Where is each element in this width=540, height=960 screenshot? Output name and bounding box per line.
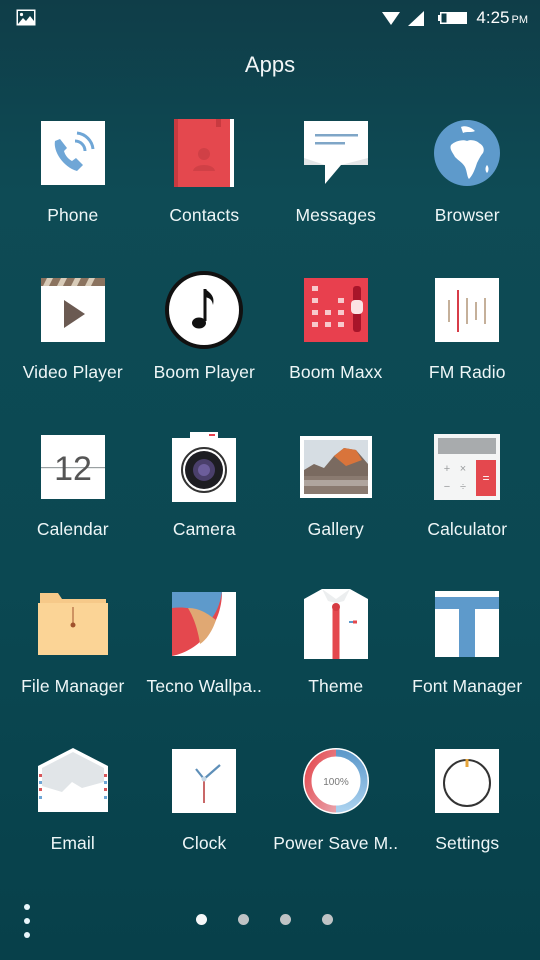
cellular-signal-icon	[408, 10, 425, 26]
app-label: Power Save M..	[273, 833, 399, 853]
image-icon	[16, 9, 36, 26]
app-power-save[interactable]: 100% Power Save M..	[270, 741, 402, 898]
page-dot-1[interactable]	[196, 914, 207, 925]
app-clock[interactable]: Clock	[139, 741, 271, 898]
app-boom-maxx[interactable]: Boom Maxx	[270, 270, 402, 427]
app-label: Font Manager	[412, 676, 523, 696]
contacts-icon	[164, 113, 244, 193]
app-label: Messages	[295, 205, 377, 225]
app-tecno-wallpaper[interactable]: Tecno Wallpa..	[139, 584, 271, 741]
envelope-icon	[33, 741, 113, 821]
app-label: Calendar	[36, 519, 109, 539]
app-label: Camera	[172, 519, 236, 539]
app-label: Phone	[47, 205, 99, 225]
gallery-icon	[296, 427, 376, 507]
clock-ampm: PM	[511, 14, 529, 26]
app-calendar[interactable]: 12 Calendar	[7, 427, 139, 584]
page-dot-3[interactable]	[280, 914, 291, 925]
app-label: Browser	[434, 205, 500, 225]
settings-dial-icon	[427, 741, 507, 821]
folder-icon	[33, 584, 113, 664]
app-contacts[interactable]: Contacts	[139, 113, 271, 270]
more-vert-icon[interactable]	[18, 904, 36, 938]
app-label: File Manager	[21, 676, 125, 696]
app-camera[interactable]: Camera	[139, 427, 271, 584]
app-label: Email	[50, 833, 95, 853]
app-email[interactable]: Email	[7, 741, 139, 898]
app-label: Calculator	[427, 519, 508, 539]
app-file-manager[interactable]: File Manager	[7, 584, 139, 741]
app-label: Boom Player	[153, 362, 255, 382]
app-label: Boom Maxx	[289, 362, 383, 382]
status-bar: 4:25 PM	[0, 0, 540, 38]
camera-icon	[164, 427, 244, 507]
app-theme[interactable]: Theme	[270, 584, 402, 741]
footer	[0, 900, 540, 940]
app-boom-player[interactable]: Boom Player	[139, 270, 271, 427]
page-dot-2[interactable]	[238, 914, 249, 925]
app-video-player[interactable]: Video Player	[7, 270, 139, 427]
font-icon	[427, 584, 507, 664]
app-gallery[interactable]: Gallery	[270, 427, 402, 584]
wifi-icon	[382, 11, 401, 25]
battery-icon	[438, 12, 468, 24]
app-label: Settings	[435, 833, 500, 853]
messages-icon	[296, 113, 376, 193]
app-label: Tecno Wallpa..	[146, 676, 263, 696]
app-calculator[interactable]: + × − ÷ = Calculator	[402, 427, 534, 584]
calc-key-multiply: ×	[460, 463, 466, 475]
calendar-icon: 12	[33, 427, 113, 507]
wallpaper-icon	[164, 584, 244, 664]
app-label: Theme	[308, 676, 364, 696]
music-note-icon	[164, 270, 244, 350]
notification-area	[16, 9, 36, 31]
clock-icon	[164, 741, 244, 821]
power-percent: 100%	[323, 777, 349, 788]
app-font-manager[interactable]: Font Manager	[402, 584, 534, 741]
app-messages[interactable]: Messages	[270, 113, 402, 270]
status-clock: 4:25 PM	[476, 8, 528, 28]
phone-icon	[33, 113, 113, 193]
equalizer-icon	[296, 270, 376, 350]
page-title: Apps	[244, 52, 296, 77]
app-label: Video Player	[22, 362, 123, 382]
radio-icon	[427, 270, 507, 350]
globe-icon	[427, 113, 507, 193]
video-player-icon	[33, 270, 113, 350]
app-label: Gallery	[307, 519, 364, 539]
app-grid: Phone Contacts Messages Browser Video Pl…	[7, 113, 533, 898]
calendar-date: 12	[54, 450, 92, 488]
app-settings[interactable]: Settings	[402, 741, 534, 898]
calc-key-plus: +	[444, 463, 450, 475]
calc-key-equals: =	[483, 471, 490, 485]
app-browser[interactable]: Browser	[402, 113, 534, 270]
app-label: FM Radio	[428, 362, 506, 382]
page-dot-4[interactable]	[322, 914, 333, 925]
app-label: Contacts	[169, 205, 240, 225]
calc-key-divide: ÷	[460, 481, 466, 493]
clock-time: 4:25	[476, 8, 510, 27]
status-icons: 4:25 PM	[382, 8, 528, 28]
page-indicator	[196, 914, 333, 925]
calculator-icon: + × − ÷ =	[427, 427, 507, 507]
battery-gauge-icon: 100%	[296, 741, 376, 821]
app-label: Clock	[182, 833, 227, 853]
app-phone[interactable]: Phone	[7, 113, 139, 270]
shirt-icon	[296, 584, 376, 664]
calc-key-minus: −	[444, 481, 450, 493]
app-fm-radio[interactable]: FM Radio	[402, 270, 534, 427]
